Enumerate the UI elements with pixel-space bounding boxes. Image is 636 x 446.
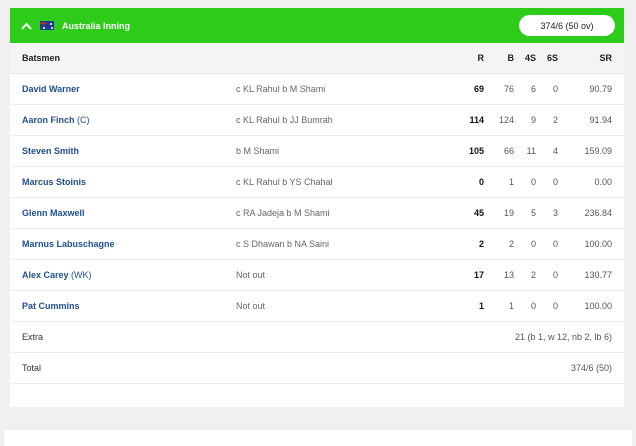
strike-rate: 0.00 <box>594 177 612 187</box>
balls: 1 <box>508 301 514 311</box>
runs: 45 <box>473 208 484 218</box>
runs: 17 <box>473 270 484 280</box>
strike-rate: 159.09 <box>584 146 612 156</box>
batsman-name[interactable]: Aaron Finch (C) <box>10 115 236 125</box>
total-value: 374/6 (50) <box>570 363 612 373</box>
fours: 0 <box>530 301 536 311</box>
australia-flag-icon <box>40 21 54 30</box>
fours: 2 <box>530 270 536 280</box>
strike-rate: 91.94 <box>589 115 612 125</box>
dismissal: c KL Rahul b JJ Bumrah <box>236 115 333 125</box>
runs: 114 <box>469 115 484 125</box>
batsman-name-text[interactable]: Marnus Labuschagne <box>22 239 115 249</box>
col-strike-rate: SR <box>599 53 612 63</box>
fours: 9 <box>530 115 536 125</box>
batsman-name-text[interactable]: David Warner <box>22 84 80 94</box>
batsman-name-text[interactable]: Pat Cummins <box>22 301 80 311</box>
table-row: Alex Carey (WK) Not out 17 13 2 0 130.77 <box>10 260 624 291</box>
fours: 0 <box>530 239 536 249</box>
sixes: 0 <box>552 177 558 187</box>
batsman-name[interactable]: Marcus Stoinis <box>10 177 236 187</box>
dismissal: c KL Rahul b YS Chahal <box>236 177 333 187</box>
table-row: Marcus Stoinis c KL Rahul b YS Chahal 0 1 0 0… <box>10 167 624 198</box>
table-header: Batsmen R B 4S 6S SR <box>10 43 624 74</box>
balls: 2 <box>508 239 514 249</box>
fours: 6 <box>530 84 536 94</box>
total-label: Total <box>22 363 42 373</box>
table-row: Steven Smith b M Shami 105 66 11 4 159.09 <box>10 136 624 167</box>
sixes: 2 <box>552 115 558 125</box>
innings-header[interactable]: Australia Inning 374/6 (50 ov) <box>10 8 624 43</box>
runs: 1 <box>478 301 484 311</box>
batsman-role-tag: (C) <box>77 115 90 125</box>
dismissal: b M Shami <box>236 146 280 156</box>
col-runs: R <box>477 53 485 63</box>
fours: 0 <box>530 177 536 187</box>
balls: 19 <box>503 208 514 218</box>
batsmen-list: David Warner c KL Rahul b M Shami 69 76 6 0 90… <box>10 74 624 322</box>
sixes: 0 <box>552 301 558 311</box>
innings-score-badge: 374/6 (50 ov) <box>519 15 615 36</box>
batsman-name[interactable]: David Warner <box>10 84 236 94</box>
batsman-name-text[interactable]: Aaron Finch <box>22 115 75 125</box>
dismissal: c KL Rahul b M Shami <box>236 84 326 94</box>
batsman-name-text[interactable]: Glenn Maxwell <box>22 208 85 218</box>
innings-title: Australia Inning <box>62 20 131 31</box>
fours: 11 <box>526 146 536 156</box>
balls: 124 <box>498 115 514 125</box>
dismissal: Not out <box>236 270 266 280</box>
table-row: Aaron Finch (C) c KL Rahul b JJ Bumrah 114… <box>10 105 624 136</box>
chevron-up-icon[interactable] <box>20 20 32 32</box>
col-fours: 4S <box>524 53 536 63</box>
dismissal: c S Dhawan b NA Saini <box>236 239 330 249</box>
col-balls: B <box>507 53 515 63</box>
extras-row: Extra 21 (b 1, w 12, nb 2, lb 6) <box>10 322 624 353</box>
sixes: 0 <box>552 239 558 249</box>
batsman-name-text[interactable]: Marcus Stoinis <box>22 177 86 187</box>
table-row: Glenn Maxwell c RA Jadeja b M Shami 45 19 5 3… <box>10 198 624 229</box>
sixes: 4 <box>552 146 558 156</box>
extras-value: 21 (b 1, w 12, nb 2, lb 6) <box>514 332 612 342</box>
next-card <box>4 430 632 446</box>
runs: 0 <box>478 177 484 187</box>
strike-rate: 100.00 <box>584 301 612 311</box>
sixes: 0 <box>552 270 558 280</box>
runs: 105 <box>468 146 484 156</box>
balls: 13 <box>503 270 514 280</box>
runs: 2 <box>478 239 484 249</box>
col-sixes: 6S <box>546 53 558 63</box>
strike-rate: 100.00 <box>584 239 612 249</box>
innings-scorecard: Australia Inning 374/6 (50 ov) Batsmen R… <box>10 8 624 407</box>
dismissal: Not out <box>236 301 266 311</box>
strike-rate: 130.77 <box>584 270 612 280</box>
fours: 5 <box>530 208 536 218</box>
runs: 69 <box>473 84 484 94</box>
batsman-role-tag: (WK) <box>71 270 92 280</box>
batsman-name[interactable]: Steven Smith <box>10 146 236 156</box>
batsman-name[interactable]: Glenn Maxwell <box>10 208 236 218</box>
col-batsmen: Batsmen <box>22 53 61 63</box>
batsman-name[interactable]: Alex Carey (WK) <box>10 270 236 280</box>
batsman-name-text[interactable]: Steven Smith <box>22 146 79 156</box>
strike-rate: 236.84 <box>584 208 612 218</box>
balls: 76 <box>503 84 514 94</box>
batsman-name[interactable]: Pat Cummins <box>10 301 236 311</box>
balls: 1 <box>508 177 514 187</box>
table-row: Marnus Labuschagne c S Dhawan b NA Saini 2… <box>10 229 624 260</box>
batsman-name[interactable]: Marnus Labuschagne <box>10 239 236 249</box>
batsman-name-text[interactable]: Alex Carey <box>22 270 69 280</box>
balls: 66 <box>503 146 514 156</box>
total-row: Total 374/6 (50) <box>10 353 624 384</box>
table-row: David Warner c KL Rahul b M Shami 69 76 6 0 90… <box>10 74 624 105</box>
sixes: 0 <box>552 84 558 94</box>
table-row: Pat Cummins Not out 1 1 0 0 100.00 <box>10 291 624 322</box>
extras-label: Extra <box>22 332 44 342</box>
dismissal: c RA Jadeja b M Shami <box>236 208 330 218</box>
sixes: 3 <box>552 208 558 218</box>
strike-rate: 90.79 <box>589 84 612 94</box>
